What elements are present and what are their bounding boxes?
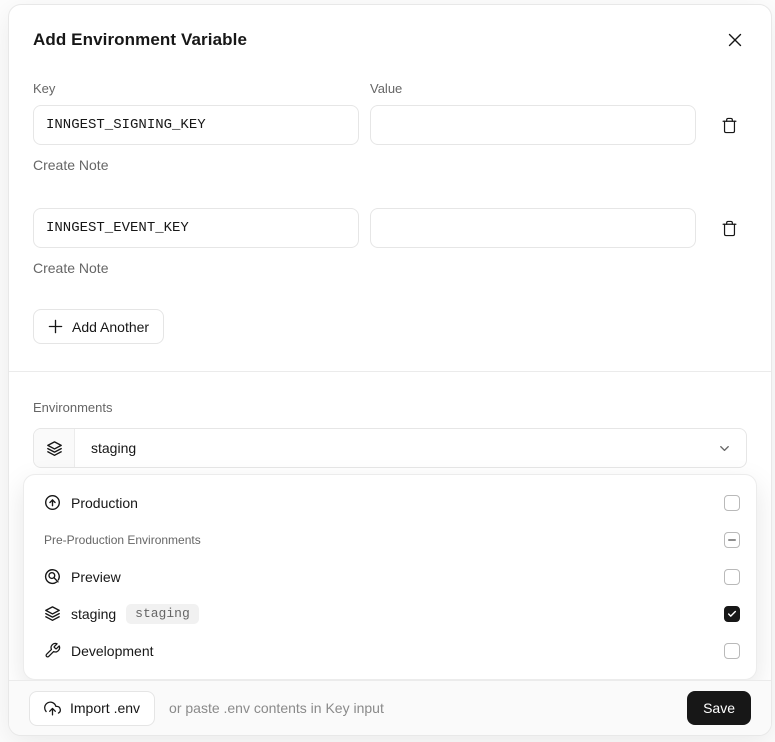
pre-production-group: Pre-Production Environments [44, 521, 740, 558]
save-button[interactable]: Save [687, 691, 751, 725]
modal-body: Key Value Create Note [9, 52, 771, 344]
close-button[interactable] [723, 28, 747, 52]
delete-row-button-2[interactable] [711, 210, 747, 246]
value-input-1[interactable] [370, 105, 696, 145]
cloud-upload-icon [44, 700, 61, 717]
option-label: Preview [71, 568, 121, 585]
add-another-label: Add Another [72, 318, 150, 335]
check-icon [727, 609, 737, 619]
value-input-2[interactable] [370, 208, 696, 248]
value-column-label: Value [370, 81, 403, 96]
key-input-2[interactable] [33, 208, 359, 248]
development-checkbox[interactable] [724, 642, 740, 659]
option-label: Development [71, 642, 154, 659]
add-another-button[interactable]: Add Another [33, 309, 165, 344]
select-icon-cell [34, 429, 75, 467]
add-env-var-modal: Add Environment Variable Key Value INNGE… [8, 4, 772, 736]
option-preview[interactable]: Preview [44, 558, 740, 595]
trash-icon [721, 220, 738, 237]
option-development[interactable]: Development [44, 632, 740, 669]
group-label: Pre-Production Environments [44, 532, 201, 547]
environments-dropdown: Production Pre-Production Environments P… [23, 474, 757, 680]
circle-arrow-up-icon [44, 494, 61, 511]
import-env-label: Import .env [70, 700, 141, 716]
trash-icon [721, 117, 738, 134]
modal-title: Add Environment Variable [33, 30, 248, 49]
create-note-button-1[interactable]: Create Note [33, 157, 108, 173]
wrench-icon [44, 642, 61, 659]
env-var-row [33, 208, 747, 248]
magnifier-circle-icon [44, 568, 61, 585]
layers-icon [46, 440, 63, 457]
production-checkbox[interactable] [724, 494, 740, 511]
create-note-button-2[interactable]: Create Note [33, 260, 108, 276]
env-var-row [33, 105, 747, 145]
option-staging[interactable]: staging staging [44, 595, 740, 632]
close-icon [727, 32, 743, 48]
environments-section: Environments staging [9, 372, 771, 468]
footer-hint: or paste .env contents in Key input [169, 700, 384, 716]
import-env-button[interactable]: Import .env [29, 690, 156, 726]
selected-environment: staging [91, 440, 137, 456]
staging-checkbox[interactable] [724, 605, 740, 622]
environments-label: Environments [33, 400, 113, 415]
option-production[interactable]: Production [44, 484, 740, 521]
staging-badge: staging [126, 603, 199, 624]
key-input-1[interactable] [33, 105, 359, 145]
delete-row-button-1[interactable] [711, 107, 747, 143]
environments-select[interactable]: staging [33, 428, 747, 468]
plus-icon [48, 319, 63, 334]
option-label: staging [71, 605, 117, 622]
modal-footer: Import .env or paste .env contents in Ke… [9, 680, 771, 735]
option-label: Production [71, 494, 138, 511]
key-column-label: Key [33, 81, 56, 96]
modal-header: Add Environment Variable [9, 5, 771, 52]
layers-icon [44, 605, 61, 622]
preview-checkbox[interactable] [724, 568, 740, 585]
chevron-down-icon [702, 429, 746, 467]
pre-production-checkbox[interactable] [724, 531, 740, 548]
